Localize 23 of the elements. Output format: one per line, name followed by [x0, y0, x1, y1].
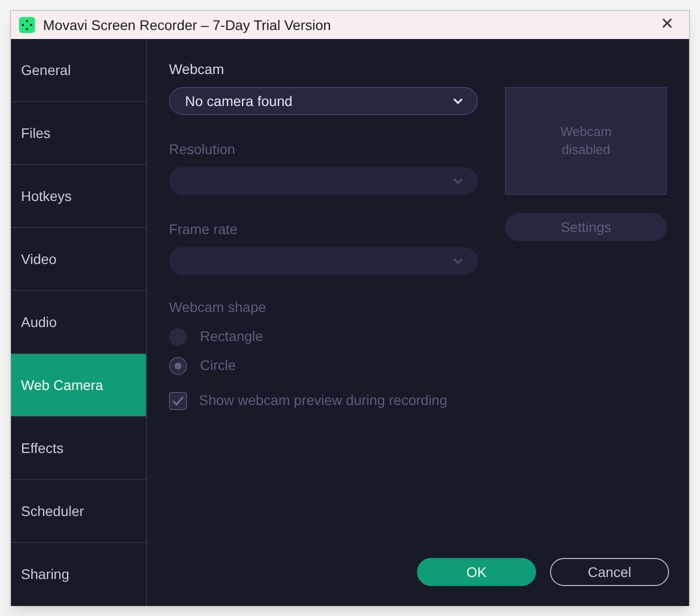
field-label: Resolution: [169, 140, 236, 157]
group-label: Webcam shape: [169, 298, 268, 317]
chevron-down-icon: [453, 258, 463, 264]
sidebar-item[interactable]: Files: [11, 102, 146, 165]
field-label: Frame rate: [169, 220, 238, 237]
sidebar-item[interactable]: Hotkeys: [11, 165, 146, 228]
sidebar-item[interactable]: Scheduler: [11, 480, 146, 543]
field-label: Webcam: [169, 60, 225, 77]
radio-label: Circle: [200, 356, 236, 375]
sidebar-item[interactable]: Sharing: [11, 543, 146, 606]
radio-label: Rectangle: [200, 327, 264, 346]
checkbox-label: Show webcam preview during recording: [199, 391, 448, 410]
window-title: Movavi Screen Recorder – 7-Day Trial Version: [43, 16, 332, 35]
sidebar-item[interactable]: General: [11, 39, 146, 102]
preview-message: Webcam disabled: [559, 123, 613, 159]
close-button[interactable]: ✕: [653, 13, 681, 37]
app-logo-icon: [19, 17, 35, 33]
chevron-down-icon: [453, 98, 463, 104]
dropdown[interactable]: No camera found: [169, 87, 478, 115]
chevron-down-icon: [453, 178, 463, 184]
sidebar-item[interactable]: Effects: [11, 417, 146, 480]
sidebar-item[interactable]: Video: [11, 228, 146, 291]
cancel-button[interactable]: Cancel: [550, 558, 669, 586]
